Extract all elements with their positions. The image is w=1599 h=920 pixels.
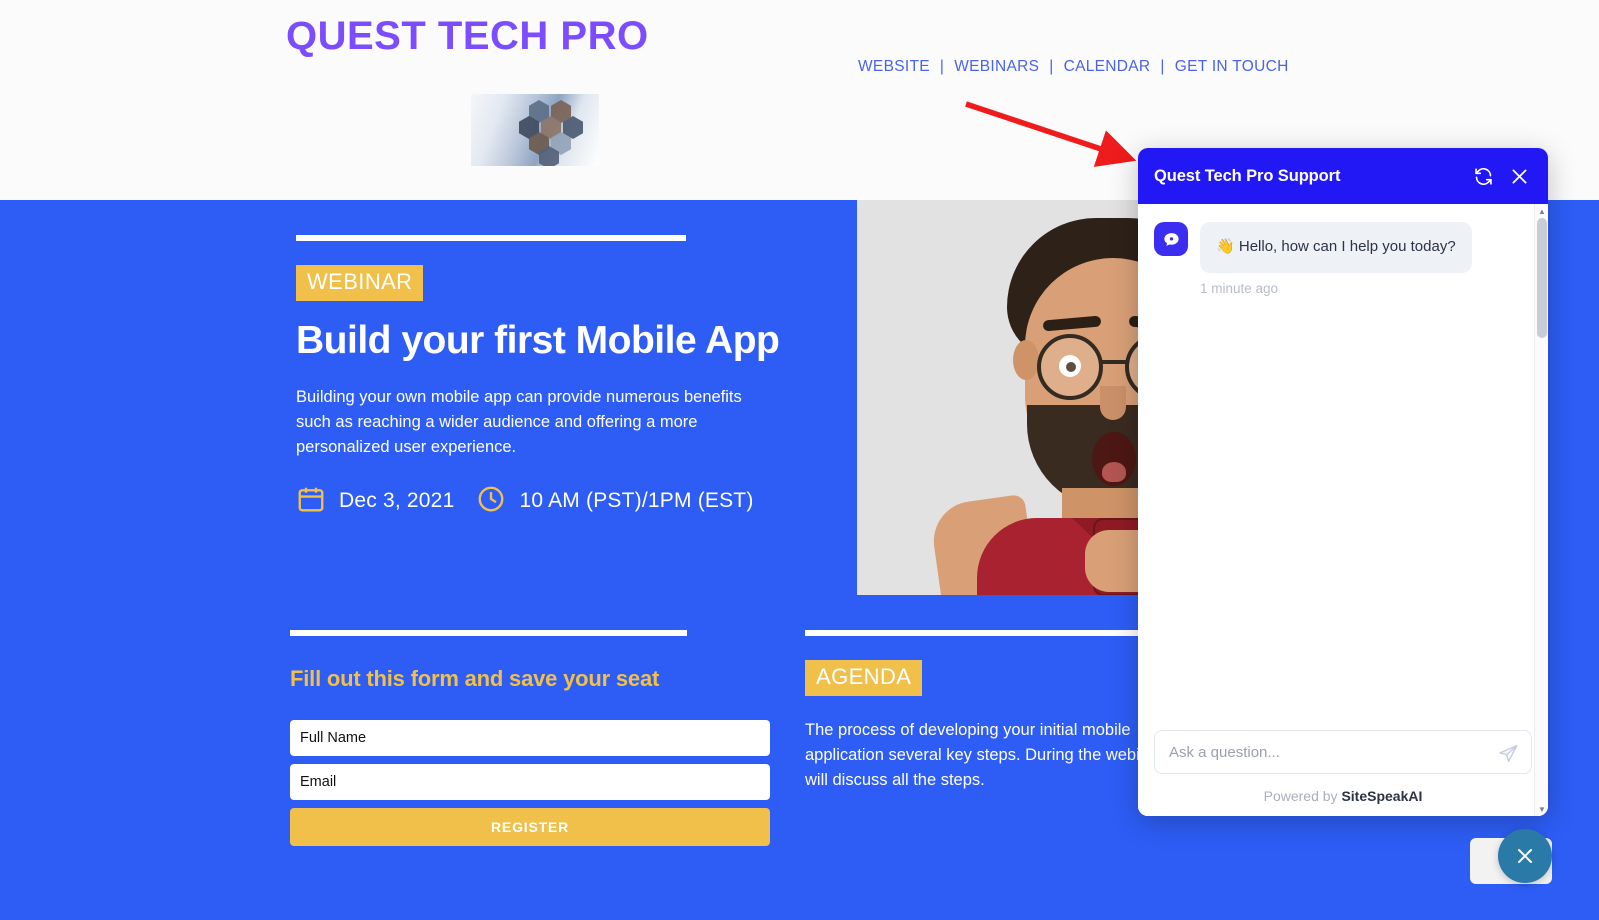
page-title: Build your first Mobile App xyxy=(296,319,780,362)
page-root: QUEST TECH PRO WEBSITE | WEBINARS | CALE… xyxy=(0,0,1599,920)
divider-rule xyxy=(290,630,687,636)
chat-message-timestamp: 1 minute ago xyxy=(1200,280,1279,296)
chat-message-list: 👋 Hello, how can I help you today? 1 min… xyxy=(1138,204,1548,730)
hero-description: Building your own mobile app can provide… xyxy=(296,387,742,456)
scrollbar-thumb[interactable] xyxy=(1537,218,1547,338)
nav-separator: | xyxy=(1049,58,1054,75)
brand-logo[interactable]: QUEST TECH PRO xyxy=(286,14,649,59)
close-icon xyxy=(1518,849,1532,863)
powered-by-brand: SiteSpeakAI xyxy=(1341,788,1423,804)
chat-message-body: Hello, how can I help you today? xyxy=(1238,238,1456,255)
refresh-icon[interactable] xyxy=(1470,163,1496,189)
nav-separator: | xyxy=(1160,58,1165,75)
nav-link-webinars[interactable]: WEBINARS xyxy=(954,58,1039,76)
nav-link-website[interactable]: WEBSITE xyxy=(858,58,930,76)
chat-widget: Quest Tech Pro Support 👋 Hello, how can … xyxy=(1138,148,1548,816)
webinar-badge: WEBINAR xyxy=(296,265,424,301)
chat-message: 👋 Hello, how can I help you today? xyxy=(1154,222,1532,273)
team-hexagon-collage-image xyxy=(471,94,599,166)
register-button[interactable]: REGISTER xyxy=(290,808,770,846)
chat-launcher-close-button[interactable] xyxy=(1498,829,1552,883)
webinar-time: 10 AM (PST)/1PM (EST) xyxy=(476,484,753,519)
scroll-up-icon[interactable]: ▲ xyxy=(1535,204,1548,218)
chat-input-wrapper[interactable] xyxy=(1154,730,1532,774)
hero-meta: Dec 3, 2021 10 AM (PST)/1PM (EST) xyxy=(296,484,796,519)
nav-separator: | xyxy=(939,58,945,75)
calendar-icon xyxy=(296,484,326,519)
webinar-date: Dec 3, 2021 xyxy=(296,484,454,519)
close-icon[interactable] xyxy=(1506,163,1532,189)
divider-rule xyxy=(296,235,686,241)
email-input[interactable] xyxy=(290,764,770,800)
agenda-badge: AGENDA xyxy=(805,660,923,696)
form-heading: Fill out this form and save your seat xyxy=(290,666,660,691)
hero-content: WEBINAR Build your first Mobile App Buil… xyxy=(296,235,796,519)
chat-message-text: 👋 Hello, how can I help you today? xyxy=(1200,222,1472,273)
nav-link-calendar[interactable]: CALENDAR xyxy=(1064,58,1151,76)
clock-icon xyxy=(476,484,506,519)
chat-input-area: Powered by SiteSpeakAI xyxy=(1138,730,1548,816)
red-pointer-arrow xyxy=(965,101,1137,167)
powered-by-prefix: Powered by xyxy=(1263,788,1342,804)
main-nav: WEBSITE | WEBINARS | CALENDAR | GET IN T… xyxy=(858,58,1289,76)
registration-form: Fill out this form and save your seat RE… xyxy=(290,630,770,846)
chat-bubble-icon xyxy=(1154,222,1188,256)
webinar-time-text: 10 AM (PST)/1PM (EST) xyxy=(519,489,754,513)
full-name-input[interactable] xyxy=(290,720,770,756)
chat-widget-title: Quest Tech Pro Support xyxy=(1154,166,1341,185)
divider-rule xyxy=(805,630,1187,636)
webinar-date-text: Dec 3, 2021 xyxy=(339,489,455,513)
powered-by-label: Powered by SiteSpeakAI xyxy=(1154,788,1532,804)
scroll-down-icon[interactable]: ▼ xyxy=(1535,802,1548,816)
chat-scrollbar[interactable]: ▲ ▼ xyxy=(1534,204,1548,816)
chat-message-emoji: 👋 xyxy=(1216,238,1235,255)
chat-input[interactable] xyxy=(1169,743,1487,761)
send-icon[interactable] xyxy=(1498,743,1519,769)
nav-link-get-in-touch[interactable]: GET IN TOUCH xyxy=(1175,58,1289,76)
chat-widget-header: Quest Tech Pro Support xyxy=(1138,148,1548,204)
